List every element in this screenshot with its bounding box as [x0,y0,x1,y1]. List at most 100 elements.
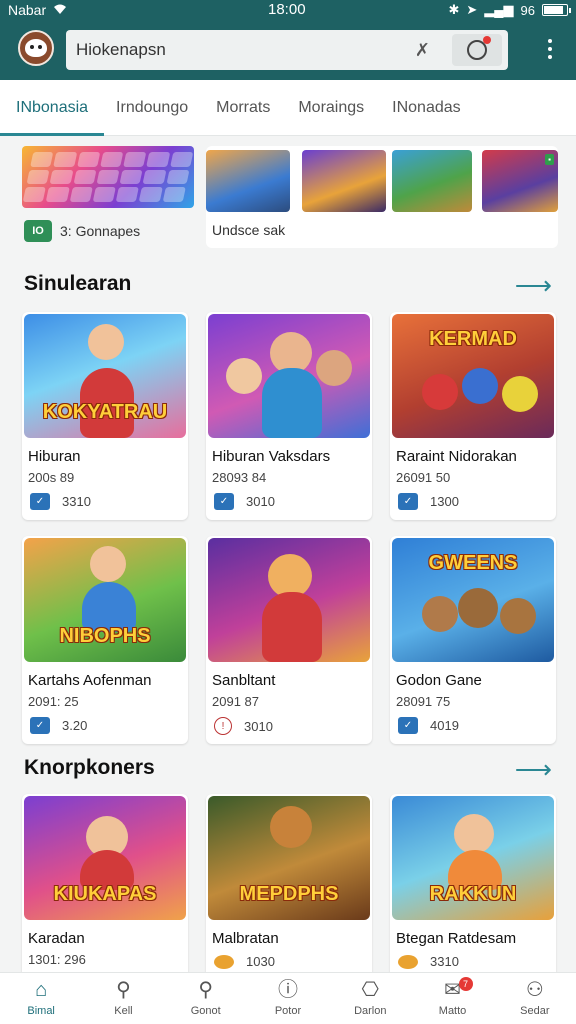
featured-strip: IO 3: Gonnapes ▪ Undsce sak [22,146,558,248]
game-art: KERMAD [392,314,554,438]
nav-kell[interactable]: ⚲ Kell [82,973,164,1024]
featured-thumb-4[interactable]: ▪ [482,150,558,212]
search-input[interactable]: Hiokenapsn ✗ [66,30,508,70]
download-icon: ✓ [30,493,50,510]
home-icon: ⌂ [35,979,48,1001]
tab-1[interactable]: Irndoungo [116,80,188,136]
game-art: KIUKAPAS [24,796,186,920]
game-card[interactable]: Sanbltant 2091 87 ! 3010 [206,536,372,744]
app-bar: Hiokenapsn ✗ [0,20,576,80]
featured-right-label: Undsce sak [212,222,286,238]
game-meta: 28091 75 [396,694,451,709]
download-icon: ✓ [398,717,418,734]
status-carrier: Nabar [8,2,68,18]
game-name: Raraint Nidorakan [396,448,517,465]
game-stat: 3310 [430,954,459,969]
game-name: Sanbltant [212,672,276,689]
featured-card-left[interactable]: IO 3: Gonnapes [22,146,194,248]
game-name: Malbratan [212,930,279,947]
nav-gonot[interactable]: ⚲ Gonot [165,973,247,1024]
new-badge-icon: ▪ [545,154,554,165]
category-tabs: INbonasia Irndoungo Morrats Moraings INo… [0,80,576,136]
game-card[interactable]: NIBOPHS Kartahs Aofenman 2091: 25 ✓ 3.20 [22,536,188,744]
section-title-1: Sinulearan [24,272,132,295]
rating-icon: ! [214,717,232,735]
game-card[interactable]: KERMAD Raraint Nidorakan 26091 50 ✓ 1300 [390,312,556,520]
game-meta: 26091 50 [396,470,451,485]
nav-sedar[interactable]: ⚇ Sedar [494,973,576,1024]
coin-icon [214,954,234,969]
download-icon: ✓ [30,717,50,734]
game-meta: 2091 87 [212,694,259,709]
notification-button[interactable] [452,34,502,66]
more-menu-icon[interactable] [548,39,552,59]
game-art-title: NIBOPHS [59,625,151,647]
game-name: Hiburan Vaksdars [212,448,331,465]
info-icon: ⓘ [277,979,298,1001]
game-card[interactable]: Hiburan Vaksdars 28093 84 ✓ 3010 [206,312,372,520]
nav-matto[interactable]: ✉ 7 Matto [411,973,493,1024]
app-logo[interactable] [18,30,54,66]
featured-thumb-2[interactable] [302,150,386,212]
game-art-title: MEPDPHS [239,883,339,905]
bluetooth-icon: ✱ [448,2,460,17]
game-stat: 1030 [246,954,275,969]
game-card[interactable]: KIUKAPAS Karadan 1301: 296 [22,794,188,1002]
game-meta: 2091: 25 [28,694,79,709]
game-name: Kartahs Aofenman [28,672,152,689]
status-icons: ✱ ➤ ▂▄▆ 96 [448,2,571,18]
tab-0[interactable]: INbonasia [0,80,105,136]
status-bar: Nabar 18:00 ✱ ➤ ▂▄▆ 96 [0,0,576,20]
person-icon: ⚇ [525,979,544,1001]
voice-icon[interactable]: ✗ [415,40,430,61]
game-name: Karadan [28,930,85,947]
notification-icon [467,36,491,60]
tab-3[interactable]: Moraings [298,80,364,136]
nav-home[interactable]: ⌂ Bimal [0,973,82,1024]
game-card[interactable]: MEPDPHS Malbratan 1030 [206,794,372,1002]
featured-left-label: 3: Gonnapes [60,223,141,239]
see-more-arrow-icon[interactable]: ⟶ [515,756,552,782]
controller-icon: ⎔ [361,979,379,1001]
see-more-arrow-icon[interactable]: ⟶ [515,272,552,298]
featured-thumbnail [22,146,194,208]
game-art-title: GWEENS [428,552,518,574]
tab-4[interactable]: INonadas [392,80,461,136]
game-meta: 1301: 296 [28,952,86,967]
carrier-name: Nabar [8,2,47,18]
game-art: NIBOPHS [24,538,186,662]
game-card[interactable]: KOKYATRAU Hiburan 200s 89 ✓ 3310 [22,312,188,520]
featured-thumb-3[interactable] [392,150,472,212]
game-art: MEPDPHS [208,796,370,920]
nav-darlon[interactable]: ⎔ Darlon [329,973,411,1024]
game-art: RAKKUN [392,796,554,920]
tab-2[interactable]: Morrats [216,80,270,136]
game-art [208,538,370,662]
game-card[interactable]: GWEENS Godon Gane 28091 75 ✓ 4019 [390,536,556,744]
game-stat: 1300 [430,494,459,509]
nav-potor[interactable]: ⓘ Potor [247,973,329,1024]
location-icon: ➤ [466,2,478,17]
game-name: Hiburan [28,448,81,465]
search-input-value: Hiokenapsn [76,40,166,59]
crown-icon [398,954,418,969]
download-icon: ✓ [398,493,418,510]
game-stat: 3310 [62,494,91,509]
section-title-2: Knorpkoners [24,756,155,779]
game-art-title: RAKKUN [429,883,517,905]
status-time: 18:00 [268,1,306,18]
bottom-nav: ⌂ Bimal ⚲ Kell ⚲ Gonot ⓘ Potor ⎔ Darlon … [0,972,576,1024]
search-icon: ⚲ [116,979,131,1001]
wifi-icon [52,2,68,18]
game-card[interactable]: RAKKUN Btegan Ratdesam 3310 [390,794,556,1002]
game-art: GWEENS [392,538,554,662]
featured-card-right[interactable]: ▪ Undsce sak [206,146,558,248]
featured-thumb-1[interactable] [206,150,290,212]
game-stat: 3.20 [62,718,88,733]
signal-strength: 96 [520,2,535,18]
battery-icon [542,4,571,16]
game-art-title: KIUKAPAS [53,883,157,905]
game-meta: 28093 84 [212,470,267,485]
game-name: Btegan Ratdesam [396,930,517,947]
game-meta: 200s 89 [28,470,75,485]
